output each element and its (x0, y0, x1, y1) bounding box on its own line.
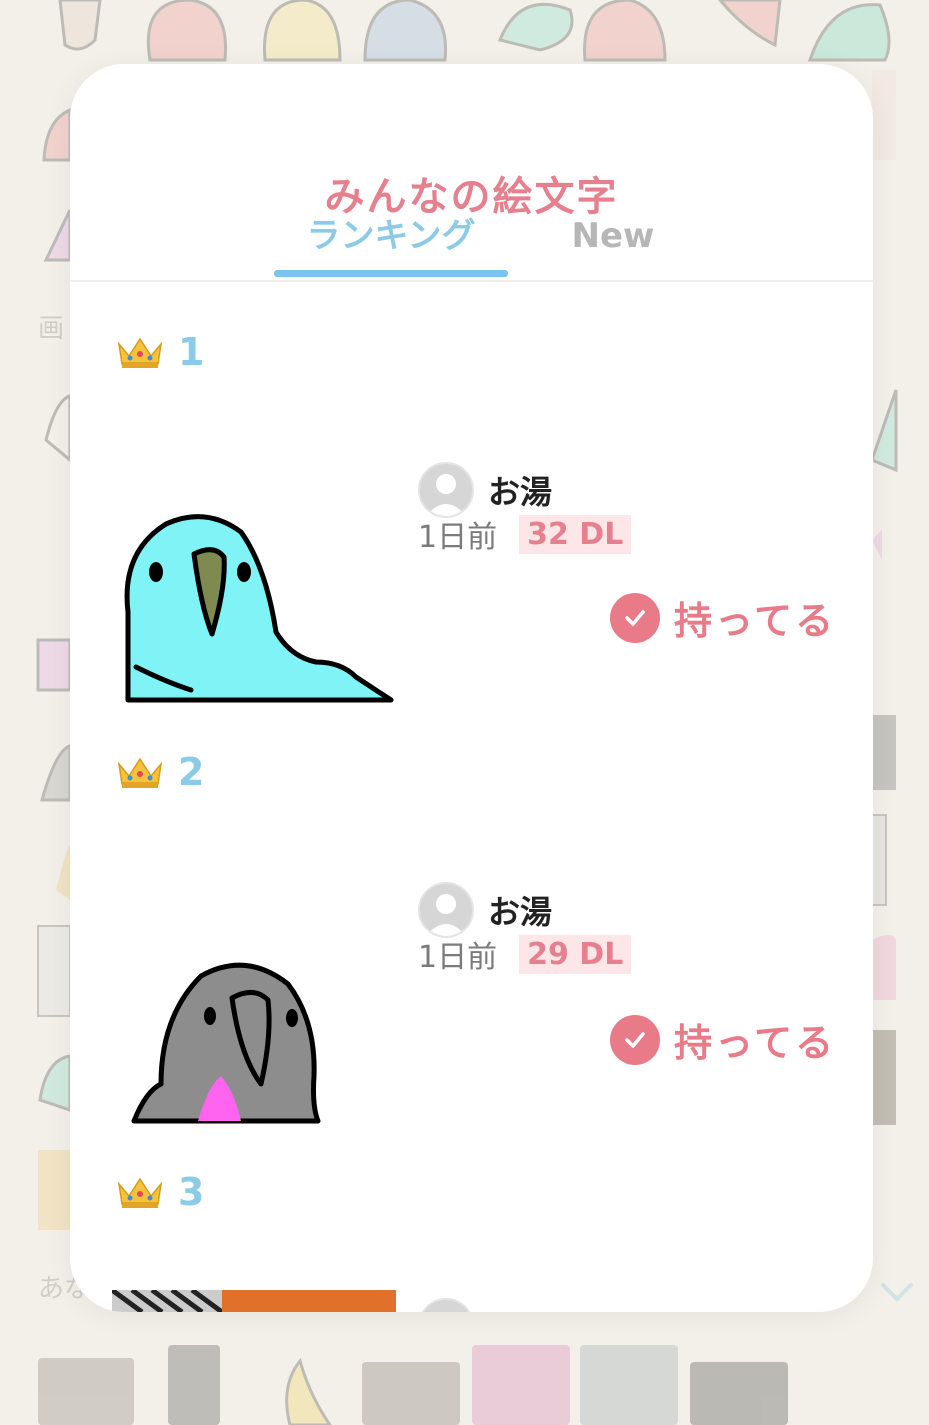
posted-time: 1日前 (418, 520, 498, 555)
user-avatar (418, 882, 474, 938)
download-count-badge: 32 DL (519, 514, 632, 554)
owned-label: 持ってる (674, 1021, 837, 1065)
owned-label: 持ってる (674, 599, 837, 643)
download-count-badge: 29 DL (519, 934, 632, 974)
user-avatar (418, 1298, 474, 1312)
tab-bar: ランキング New (70, 214, 873, 282)
check-circle-icon (610, 592, 660, 643)
uploader-info[interactable]: お湯 (418, 882, 552, 938)
entry-meta: 1日前 29 DL (418, 932, 632, 976)
user-avatar (418, 462, 474, 518)
rank-number: 2 (178, 750, 205, 794)
uploader-info[interactable]: お湯 (418, 462, 552, 518)
user-name: お湯 (488, 893, 553, 931)
user-name: お湯 (488, 473, 553, 511)
crown-icon (117, 337, 163, 368)
rank-header-1: 1 (116, 330, 204, 374)
gray-parrot-emoji[interactable] (116, 956, 326, 1126)
tab-new-label: New (571, 216, 655, 256)
tab-ranking-label: ランキング (306, 216, 476, 256)
rank3-emoji-thumbnail[interactable] (112, 1290, 396, 1312)
owned-button[interactable]: 持ってる (610, 1012, 836, 1067)
rank-number: 3 (178, 1170, 205, 1214)
cyan-parrot-emoji[interactable] (116, 512, 396, 707)
owned-button[interactable]: 持ってる (610, 590, 836, 645)
posted-time: 1日前 (418, 940, 498, 975)
active-tab-indicator (274, 270, 508, 277)
tab-new[interactable]: New (548, 214, 678, 280)
crown-icon (117, 757, 163, 788)
rank-header-2: 2 (116, 750, 204, 794)
crown-icon (117, 1177, 163, 1208)
emoji-ranking-modal: みんなの絵文字 ランキング New 1 お湯 1日前 32 DL 持ってる 2 … (70, 64, 873, 1312)
rank-header-3: 3 (116, 1170, 204, 1214)
rank-number: 1 (178, 330, 205, 374)
entry-meta: 1日前 32 DL (418, 512, 632, 556)
check-circle-icon (610, 1014, 660, 1065)
